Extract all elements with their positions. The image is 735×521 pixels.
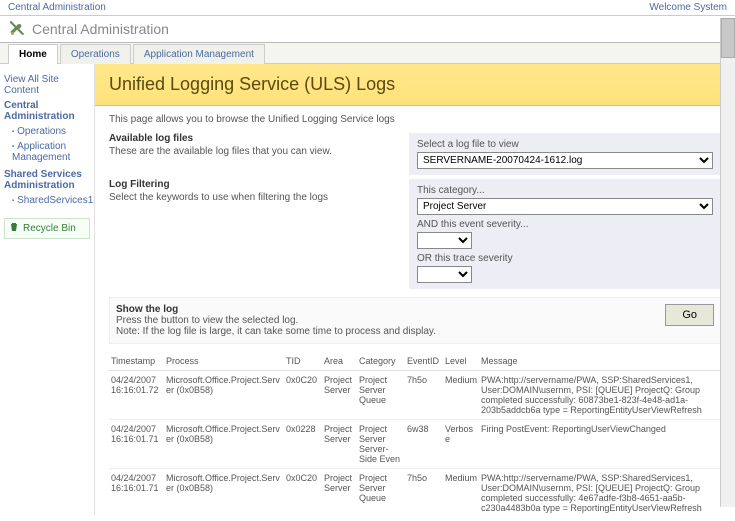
nav-sharedservices1[interactable]: SharedServices1 [4, 193, 90, 208]
cell-tid: 0x0C20 [284, 371, 322, 420]
table-header-row: Timestamp Process TID Area Category Even… [109, 352, 721, 371]
page-title-block: Unified Logging Service (ULS) Logs [95, 64, 735, 106]
nav-operations[interactable]: Operations [4, 124, 90, 139]
recycle-icon [9, 222, 23, 235]
showlog-desc2: Note: If the log file is large, it can t… [116, 326, 657, 337]
th-process: Process [164, 352, 284, 371]
welcome-link[interactable]: Welcome System [649, 2, 727, 13]
th-message: Message [479, 352, 721, 371]
left-nav: View All Site Content Central Administra… [0, 64, 95, 515]
cell-proc: Microsoft.Office.Project.Server (0x0B58) [164, 371, 284, 420]
cell-lvl: Verbose [443, 420, 479, 469]
cell-cat: Project Server Queue [357, 469, 405, 516]
th-level: Level [443, 352, 479, 371]
cell-eid: 7h5o [405, 469, 443, 516]
cell-area: Project Server [322, 371, 357, 420]
th-eventid: EventID [405, 352, 443, 371]
filtering-title: Log Filtering [109, 179, 409, 190]
breadcrumb-header: Central Administration Welcome System [0, 0, 735, 16]
tab-home[interactable]: Home [8, 44, 58, 64]
vertical-scrollbar[interactable] [720, 18, 735, 507]
cell-cat: Project Server Queue [357, 371, 405, 420]
recycle-bin[interactable]: Recycle Bin [4, 218, 90, 239]
go-button[interactable]: Go [665, 304, 714, 326]
cell-tid: 0x0228 [284, 420, 322, 469]
filtering-desc: Log Filtering Select the keywords to use… [109, 179, 409, 289]
table-row: 04/24/2007 16:16:01.72Microsoft.Office.P… [109, 371, 721, 420]
th-category: Category [357, 352, 405, 371]
table-row: 04/24/2007 16:16:01.71Microsoft.Office.P… [109, 469, 721, 516]
cell-msg: Firing PostEvent: ReportingUserViewChang… [479, 420, 721, 469]
tab-app-mgmt[interactable]: Application Management [133, 44, 265, 64]
table-row: 04/24/2007 16:16:01.71Microsoft.Office.P… [109, 420, 721, 469]
page-title: Unified Logging Service (ULS) Logs [109, 74, 721, 95]
trace-label: OR this trace severity [417, 253, 713, 264]
view-all-site-content[interactable]: View All Site Content [4, 74, 90, 96]
available-files-desc: Available log files These are the availa… [109, 133, 409, 175]
cell-ts: 04/24/2007 16:16:01.71 [109, 420, 164, 469]
cell-cat: Project Server Server-Side Even [357, 420, 405, 469]
showlog-title: Show the log [116, 304, 657, 315]
page-intro: This page allows you to browse the Unifi… [109, 114, 721, 125]
cell-tid: 0x0C20 [284, 469, 322, 516]
category-select[interactable]: Project Server [417, 198, 713, 215]
available-files-title: Available log files [109, 133, 409, 144]
cell-ts: 04/24/2007 16:16:01.72 [109, 371, 164, 420]
cell-eid: 6w38 [405, 420, 443, 469]
global-tabs: Home Operations Application Management [0, 43, 735, 64]
severity-label: AND this event severity... [417, 219, 713, 230]
cell-proc: Microsoft.Office.Project.Server (0x0B58) [164, 469, 284, 516]
cell-msg: PWA:http://servername/PWA, SSP:SharedSer… [479, 371, 721, 420]
cell-lvl: Medium [443, 371, 479, 420]
category-label: This category... [417, 185, 713, 196]
log-file-select[interactable]: SERVERNAME-20070424-1612.log [417, 152, 713, 169]
th-area: Area [322, 352, 357, 371]
cell-area: Project Server [322, 420, 357, 469]
severity-select[interactable] [417, 232, 472, 249]
breadcrumb-left[interactable]: Central Administration [8, 2, 106, 13]
nav-head-ca: Central Administration [4, 100, 90, 122]
content-area: Unified Logging Service (ULS) Logs This … [95, 64, 735, 515]
wrench-screwdriver-icon [8, 20, 26, 38]
site-title: Central Administration [32, 21, 169, 37]
th-timestamp: Timestamp [109, 352, 164, 371]
tab-operations[interactable]: Operations [60, 44, 131, 64]
cell-area: Project Server [322, 469, 357, 516]
recycle-label: Recycle Bin [23, 223, 76, 234]
th-tid: TID [284, 352, 322, 371]
showlog-desc1: Press the button to view the selected lo… [116, 315, 657, 326]
title-bar: Central Administration [0, 16, 735, 43]
log-table: Timestamp Process TID Area Category Even… [109, 352, 721, 515]
available-files-text: These are the available log files that y… [109, 146, 409, 157]
cell-msg: PWA:http://servername/PWA, SSP:SharedSer… [479, 469, 721, 516]
filtering-text: Select the keywords to use when filterin… [109, 192, 409, 203]
cell-ts: 04/24/2007 16:16:01.71 [109, 469, 164, 516]
nav-head-ssa: Shared Services Administration [4, 169, 90, 191]
nav-app-mgmt[interactable]: Application Management [4, 139, 90, 165]
cell-proc: Microsoft.Office.Project.Server (0x0B58) [164, 420, 284, 469]
trace-select[interactable] [417, 266, 472, 283]
cell-lvl: Medium [443, 469, 479, 516]
scrollbar-thumb[interactable] [721, 18, 735, 58]
cell-eid: 7h5o [405, 371, 443, 420]
log-file-select-label: Select a log file to view [417, 139, 713, 150]
